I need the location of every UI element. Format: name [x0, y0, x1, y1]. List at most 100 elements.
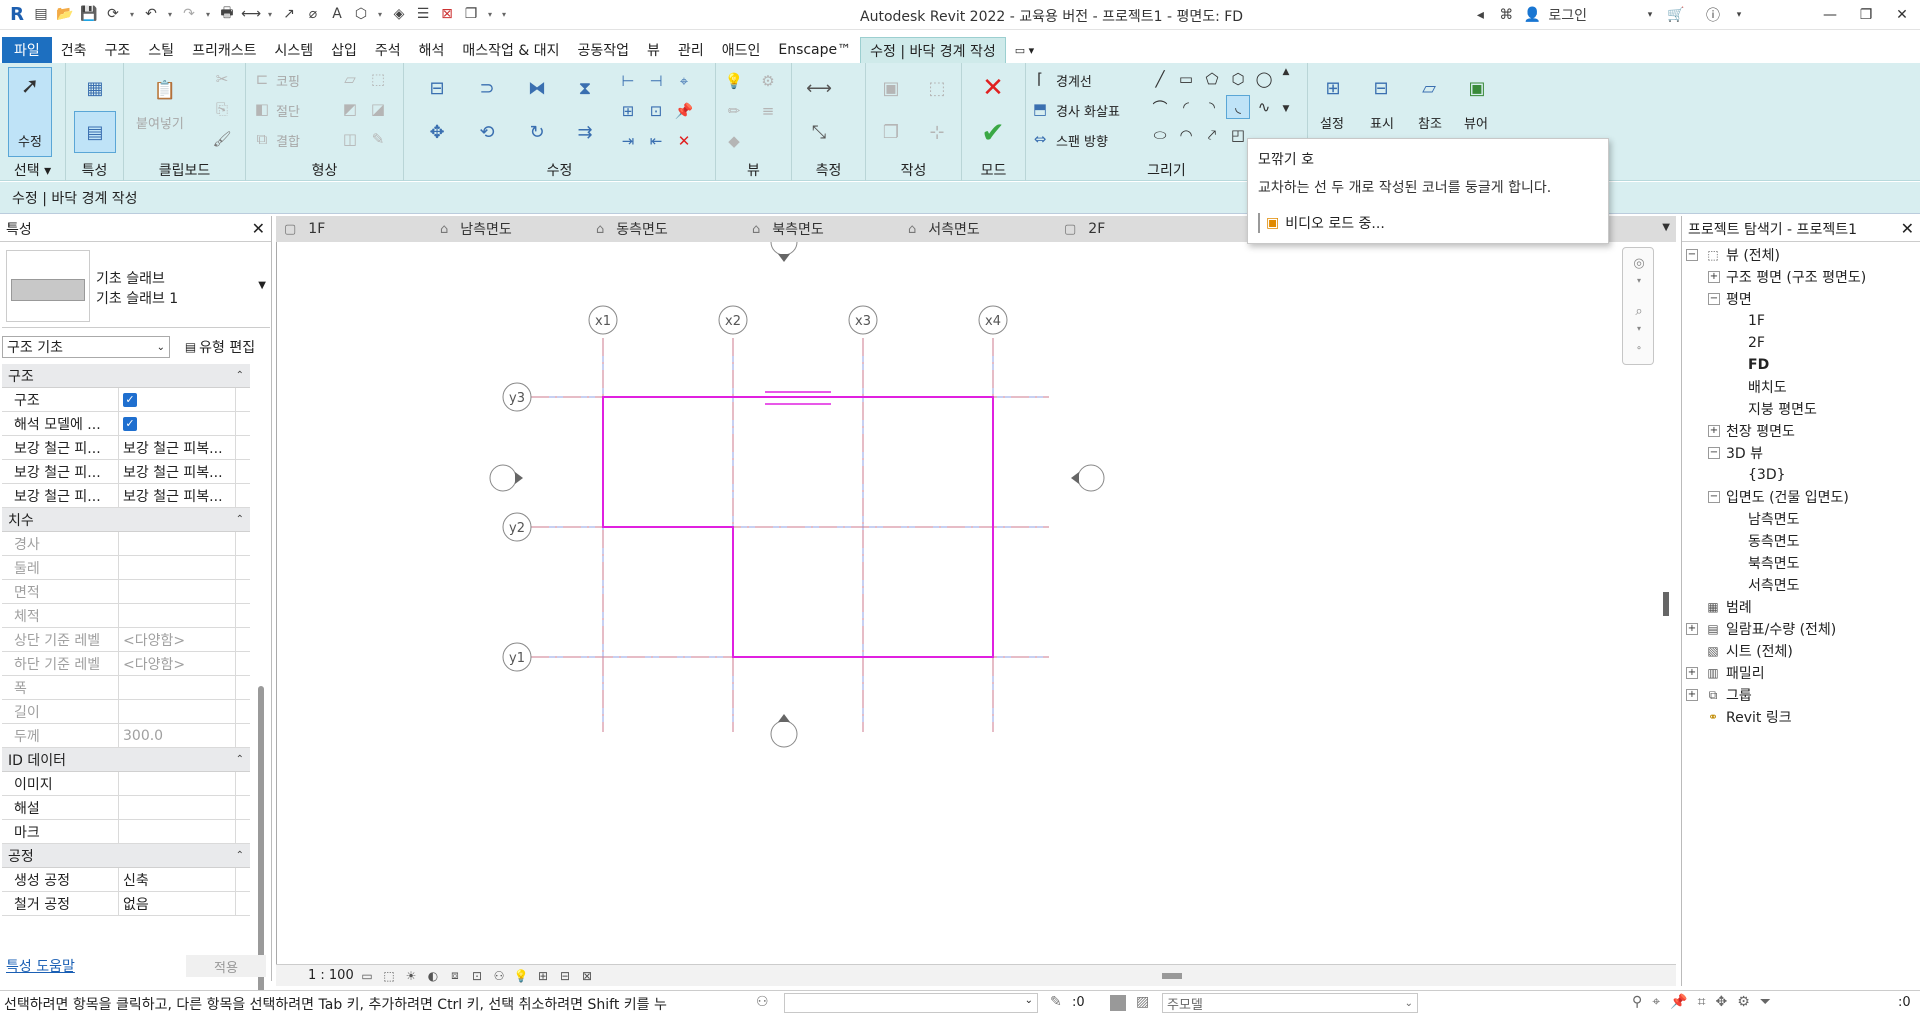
open-icon[interactable]: 📂 — [54, 3, 76, 25]
tab-manage[interactable]: 관리 — [669, 37, 713, 63]
cart-icon[interactable]: 🛒 — [1666, 4, 1686, 26]
property-value[interactable]: ✓ — [119, 388, 236, 411]
floor-plan-canvas[interactable]: x1 x2 x3 x4 y3 y2 y1 — [277, 242, 1677, 964]
tab-architecture[interactable]: 건축 — [52, 37, 96, 63]
tab-addins[interactable]: 애드인 — [713, 37, 770, 63]
chevron-down-icon[interactable]: ▾ — [484, 3, 496, 25]
center-arc-icon[interactable]: ◜ — [1174, 95, 1198, 119]
question-icon[interactable]: ⓘ — [1703, 4, 1723, 26]
chevron-down-icon[interactable]: ▾ — [126, 3, 138, 25]
cut-geometry-icon[interactable]: ◧ — [250, 97, 274, 121]
array-icon[interactable]: ⊞ — [616, 99, 640, 123]
paste-button[interactable]: 붙여넣기 — [136, 113, 184, 132]
property-value[interactable]: 보강 철근 피복... — [119, 436, 236, 459]
expand-icon[interactable]: + — [1686, 689, 1698, 701]
mirror-draw-icon[interactable]: ⧗ — [564, 67, 606, 109]
collapse-icon[interactable]: − — [1708, 447, 1720, 459]
sun-path-icon[interactable]: ☀ — [400, 969, 422, 983]
browser-item[interactable]: ⚭ Revit 링크 — [1682, 706, 1920, 728]
crop-region-icon[interactable]: ⊡ — [466, 969, 488, 983]
offset-icon[interactable]: ⊃ — [466, 67, 508, 109]
prev-arrow-icon[interactable]: ◂ — [1470, 4, 1490, 26]
chevron-down-icon[interactable]: ▾ — [264, 3, 276, 25]
line-icon[interactable]: ╱ — [1148, 67, 1172, 91]
paste-icon[interactable]: 📋 — [144, 69, 186, 111]
split-icon[interactable]: ⊢ — [616, 69, 640, 93]
tab-precast[interactable]: 프리캐스트 — [183, 37, 265, 63]
restore-button[interactable]: ❐ — [1848, 0, 1884, 30]
slope-arrow-icon[interactable]: ⬒ — [1028, 97, 1052, 121]
tab-structure[interactable]: 구조 — [96, 37, 140, 63]
edit-type-button[interactable]: ▤ 유형 편집 — [170, 336, 270, 358]
close-hidden-icon[interactable]: ⊠ — [436, 3, 458, 25]
tab-insert[interactable]: 삽입 — [322, 37, 366, 63]
close-icon[interactable]: ✕ — [252, 219, 265, 238]
workset-combo[interactable]: ⌄ — [784, 993, 1038, 1013]
chevron-down-icon[interactable]: ▾ — [374, 3, 386, 25]
circumscribed-polygon-icon[interactable]: ⬡ — [1226, 67, 1250, 91]
tangent-arc-icon[interactable]: ◝ — [1200, 95, 1224, 119]
cancel-edit-icon[interactable]: ✕ — [972, 67, 1014, 109]
apply-button[interactable]: 적용 — [186, 955, 266, 977]
exclude-options-icon[interactable]: ▨ — [1136, 994, 1149, 1010]
browser-item[interactable]: − 입면도 (건물 입면도) — [1682, 486, 1920, 508]
geometry-tool6-icon[interactable]: ✎ — [366, 127, 390, 151]
unpin-icon[interactable]: ⌖ — [672, 69, 696, 93]
fillet-arc-icon[interactable]: ◟ — [1226, 95, 1250, 119]
span-direction-icon[interactable]: ⇔ — [1028, 127, 1052, 151]
expand-icon[interactable]: + — [1686, 667, 1698, 679]
slope-arrow-button[interactable]: 경사 화살표 — [1056, 101, 1120, 120]
view-tab-west[interactable]: ⌂ 서측면도 — [900, 216, 1056, 242]
browser-item[interactable]: ▧ 시트 (전체) — [1682, 640, 1920, 662]
analytical-model-icon[interactable]: ⊠ — [576, 969, 598, 983]
checkbox-checked-icon[interactable]: ✓ — [123, 416, 137, 431]
print-icon[interactable]: 🖶 — [216, 3, 238, 25]
cope-button[interactable]: 코핑 — [276, 71, 300, 90]
section-icon[interactable]: ◈ — [388, 3, 410, 25]
create-similar-icon[interactable]: ❐ — [870, 111, 912, 153]
create-part-icon[interactable]: ▣ — [870, 67, 912, 109]
filter-view-icon[interactable]: ≡ — [756, 99, 780, 123]
cut-icon[interactable]: ✂ — [210, 67, 234, 91]
type-properties-icon[interactable]: ▦ — [74, 67, 116, 109]
match-properties-icon[interactable]: 🖌 — [210, 127, 234, 151]
customize-icon[interactable]: ▾ — [498, 3, 510, 25]
ellipse-icon[interactable]: ⬭ — [1148, 123, 1172, 147]
properties-button-icon[interactable]: ▤ — [74, 111, 116, 153]
detail-level-icon[interactable]: ▭ — [356, 969, 378, 983]
browser-item[interactable]: + ▤ 일람표/수량 (전체) — [1682, 618, 1920, 640]
extend-icon[interactable]: ⇤ — [644, 129, 668, 153]
override-icon[interactable]: ⚙ — [756, 69, 780, 93]
measure-icon[interactable]: ⟷ — [240, 3, 262, 25]
text-icon[interactable]: A — [326, 3, 348, 25]
browser-item[interactable]: ▦ 범례 — [1682, 596, 1920, 618]
temporary-view-icon[interactable]: ⊞ — [532, 969, 554, 983]
login-label[interactable]: 로그인 — [1548, 4, 1587, 26]
type-selector[interactable]: 기초 슬래브 기초 슬래브 1 ▼ — [2, 246, 270, 328]
3d-view-icon[interactable]: ⬡ — [350, 3, 372, 25]
view-scrollbar-vertical[interactable] — [1663, 592, 1669, 616]
geometry-tool1-icon[interactable]: ▱ — [338, 67, 362, 91]
span-direction-button[interactable]: 스팬 방향 — [1056, 131, 1108, 150]
chevron-down-icon[interactable]: ▾ — [1629, 324, 1649, 344]
sync-icon[interactable]: ⟳ — [102, 3, 124, 25]
chevron-down-icon[interactable]: ▾ — [1640, 4, 1660, 26]
copy-element-icon[interactable]: ⟲ — [466, 111, 508, 153]
browser-item[interactable]: 남측면도 — [1682, 508, 1920, 530]
join-button[interactable]: 결합 — [276, 131, 300, 150]
inscribed-polygon-icon[interactable]: ⬠ — [1200, 67, 1224, 91]
steering-wheel-icon[interactable]: ◎ — [1629, 256, 1649, 276]
property-value[interactable] — [119, 772, 236, 795]
set-workplane-icon[interactable]: ⊞ — [1312, 67, 1354, 109]
tab-modify-floor-boundary[interactable]: 수정 | 바닥 경계 작성 — [860, 37, 1006, 63]
collapse-icon[interactable]: ⌃ — [236, 370, 244, 381]
browser-item[interactable]: 서측면도 — [1682, 574, 1920, 596]
partial-ellipse-icon[interactable]: ◠ — [1174, 123, 1198, 147]
select-pinned-icon[interactable]: 📌 — [1670, 994, 1687, 1010]
shadows-icon[interactable]: ◐ — [422, 969, 444, 983]
tab-massing[interactable]: 매스작업 & 대지 — [453, 37, 568, 63]
property-value[interactable]: 보강 철근 피복... — [119, 460, 236, 483]
view-tab-north[interactable]: ⌂ 북측면도 — [744, 216, 900, 242]
viewer-button[interactable]: 뷰어 — [1464, 113, 1488, 132]
design-option-icon[interactable] — [1110, 995, 1126, 1011]
